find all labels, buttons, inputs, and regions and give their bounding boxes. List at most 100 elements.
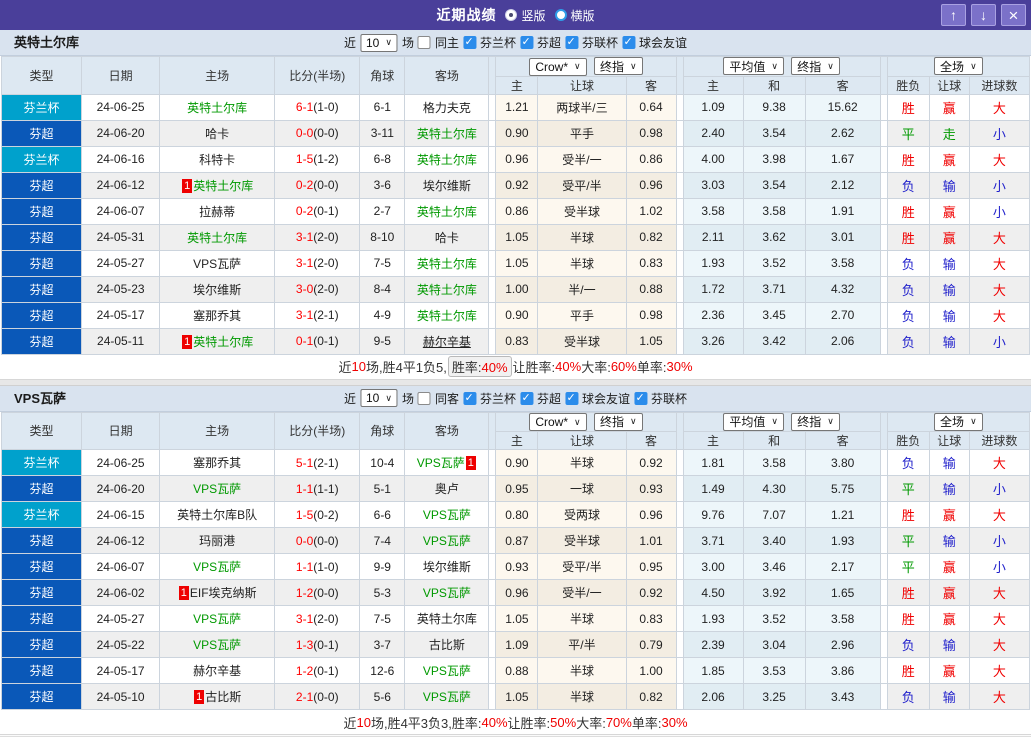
score-cell: 0-0(0-0) xyxy=(274,119,361,147)
team-name-text: 英特土尔库B队 xyxy=(177,508,258,522)
match-date: 24-05-17 xyxy=(81,657,161,684)
home-team-cell: VPS瓦萨 xyxy=(159,605,276,632)
separator-cell xyxy=(675,275,684,303)
match-date: 24-06-25 xyxy=(81,449,161,476)
league-checkbox-3[interactable] xyxy=(622,35,636,49)
odds-stage-value-2: 终指 xyxy=(797,415,822,430)
match-count-select[interactable]: 10 ∨ xyxy=(359,33,398,52)
away-team-cell: 英特土尔库 xyxy=(404,249,490,277)
layout-horizontal-option[interactable]: 横版 xyxy=(554,7,595,24)
odds-stage-select-2[interactable]: 终指 ∨ xyxy=(791,412,840,431)
bookmaker-select[interactable]: Crow* ∨ xyxy=(529,413,587,431)
odds-stage-select-2[interactable]: 终指 ∨ xyxy=(791,57,840,76)
avg-odds-cell: 3.54 xyxy=(742,171,806,199)
team-name-text: VPS瓦萨 xyxy=(422,508,471,522)
match-row: 芬超 24-06-02 1 EIF埃克纳斯 1-2(0-0) 5-3 VPS瓦萨 0.96 受半… xyxy=(0,579,1031,606)
separator-column xyxy=(675,411,684,450)
corner-cell: 4-9 xyxy=(359,301,406,329)
away-team-cell: 英特土尔库 xyxy=(404,119,490,147)
score-cell: 0-2(0-1) xyxy=(274,197,361,225)
separator-cell xyxy=(488,275,497,303)
outcome-cell: 胜 xyxy=(886,501,930,528)
match-date: 24-06-25 xyxy=(81,93,161,121)
away-team-cell: 埃尔维斯 xyxy=(404,171,490,199)
crow-odds-cell: 0.82 xyxy=(625,683,677,710)
outcome-cell: 大 xyxy=(968,275,1031,303)
layout-vertical-option[interactable]: 竖版 xyxy=(505,7,546,24)
full-time-score: 3-0 xyxy=(295,282,314,296)
odds-stage-select[interactable]: 终指 ∨ xyxy=(593,412,643,431)
team-name-text: VPS瓦萨 xyxy=(416,456,465,470)
crow-odds-cell: 1.05 xyxy=(495,223,539,251)
league-type-cell: 芬超 xyxy=(0,223,83,251)
red-number-badge: 1 xyxy=(465,456,476,470)
separator-cell xyxy=(488,605,497,632)
outcome-cell: 大 xyxy=(968,631,1031,658)
team-name-text: VPS瓦萨 xyxy=(193,256,242,271)
league-checkbox-1[interactable] xyxy=(519,391,533,405)
league-checkbox-3[interactable] xyxy=(634,391,648,405)
same-venue-checkbox[interactable] xyxy=(417,391,431,405)
team-name-text: 赫尔辛基 xyxy=(193,664,242,678)
league-label-1: 芬超 xyxy=(536,36,561,50)
crow-odds-cell: 半球 xyxy=(537,249,627,277)
crow-odds-cell: 平手 xyxy=(537,119,627,147)
league-checkbox-1[interactable] xyxy=(519,35,533,49)
footer-text: 30% xyxy=(661,714,688,730)
outcome-cell: 输 xyxy=(928,449,970,476)
half-time-score: (0-1) xyxy=(313,663,339,678)
team-name-text: 英特土尔库 xyxy=(193,178,254,193)
league-checkbox-0[interactable] xyxy=(462,35,476,49)
average-select[interactable]: 平均值 ∨ xyxy=(723,412,784,431)
outcome-cell: 平 xyxy=(886,553,930,580)
outcome-cell: 输 xyxy=(928,275,970,303)
footer-text: 让胜率: xyxy=(512,360,556,375)
move-up-button[interactable]: ↑ xyxy=(941,4,966,26)
league-checkbox-2[interactable] xyxy=(565,391,578,405)
team-name-text: 英特土尔库 xyxy=(187,100,248,115)
avg-odds-cell: 3.45 xyxy=(742,301,806,329)
team-name-text: 英特土尔库 xyxy=(416,204,477,219)
home-team-cell: 赫尔辛基 xyxy=(159,657,276,684)
radio-unselected-icon[interactable] xyxy=(554,9,567,21)
crow-odds-cell: 0.90 xyxy=(495,301,539,329)
full-time-score: 1-5 xyxy=(295,152,314,166)
outcome-cell: 赢 xyxy=(928,93,970,121)
scope-select[interactable]: 全场 ∨ xyxy=(934,412,983,431)
odds-stage-select[interactable]: 终指 ∨ xyxy=(593,57,643,75)
home-team-cell: 科特卡 xyxy=(159,145,276,173)
close-button[interactable]: × xyxy=(1001,4,1026,26)
half-time-score: (2-0) xyxy=(313,256,339,270)
half-time-score: (2-1) xyxy=(313,455,339,470)
bookmaker-select[interactable]: Crow* ∨ xyxy=(529,57,587,76)
league-checkbox-2[interactable] xyxy=(565,35,578,49)
league-label-0: 芬兰杯 xyxy=(479,36,516,50)
radio-selected-icon[interactable] xyxy=(505,9,518,21)
near-label: 近 xyxy=(343,36,356,50)
avg-odds-cell: 3.25 xyxy=(742,683,806,710)
crow-odds-cell: 0.98 xyxy=(625,301,677,329)
league-checkbox-0[interactable] xyxy=(462,391,476,405)
home-team-cell: 英特土尔库 xyxy=(159,93,276,121)
separator-cell xyxy=(675,683,684,710)
average-select[interactable]: 平均值 ∨ xyxy=(723,57,784,76)
score-cell: 1-5(0-2) xyxy=(274,501,361,528)
move-down-button[interactable]: ↓ xyxy=(971,4,996,26)
full-time-score: 1-3 xyxy=(295,637,314,652)
league-type-cell: 芬超 xyxy=(0,527,83,554)
crow-odds-cell: 平/半 xyxy=(537,631,627,658)
league-label-3: 芬联杯 xyxy=(651,391,688,406)
league-type-cell: 芬超 xyxy=(0,579,83,606)
col-result-wdl: 胜负 xyxy=(886,431,930,450)
home-team-cell: 英特土尔库 xyxy=(159,223,276,251)
avg-odds-cell: 3.54 xyxy=(742,119,806,147)
avg-odds-cell: 1.93 xyxy=(804,527,881,554)
league-type-cell: 芬超 xyxy=(0,249,83,277)
same-venue-checkbox[interactable] xyxy=(417,36,431,49)
outcome-cell: 小 xyxy=(968,475,1031,502)
crow-odds-cell: 半球 xyxy=(537,657,627,684)
half-time-score: (0-1) xyxy=(313,204,339,218)
match-count-select[interactable]: 10 ∨ xyxy=(359,389,398,407)
away-team-cell: VPS瓦萨 xyxy=(404,657,490,684)
scope-select[interactable]: 全场 ∨ xyxy=(934,57,983,76)
